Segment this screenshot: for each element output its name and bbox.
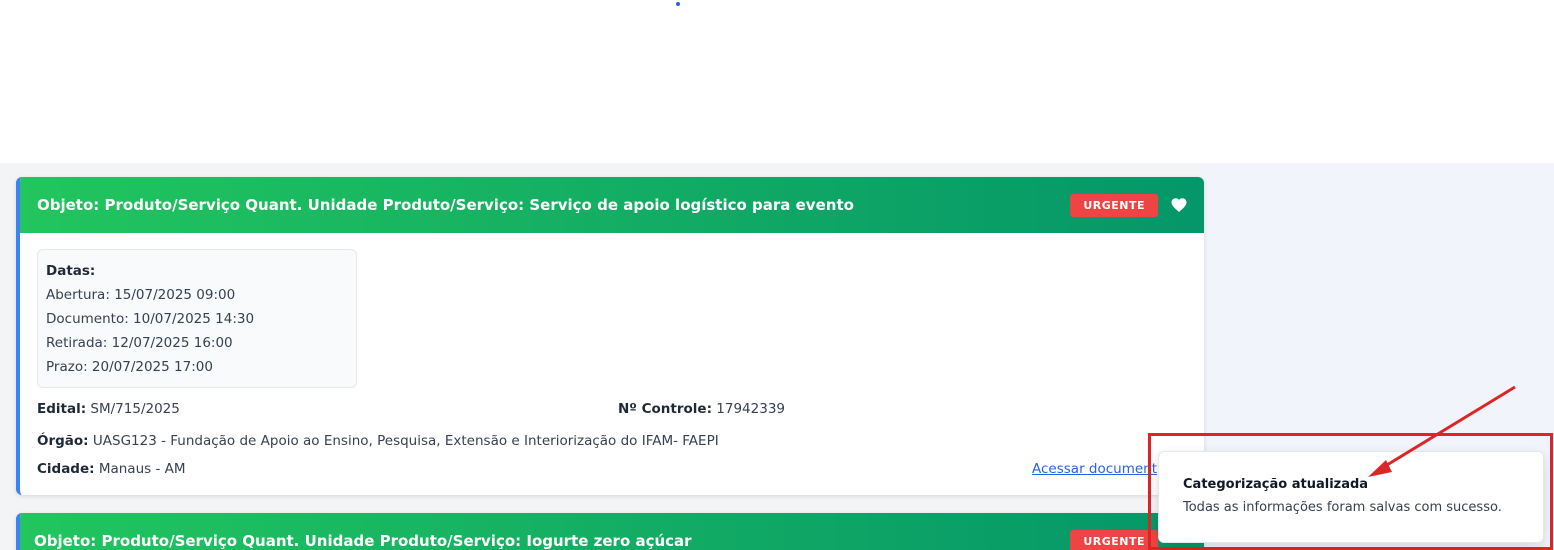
document-link[interactable]: Acessar document xyxy=(1032,461,1157,477)
dates-heading: Datas: xyxy=(46,263,96,279)
toast-message: Todas as informações foram salvas com su… xyxy=(1183,500,1502,515)
date-row: Retirada: 12/07/2025 16:00 xyxy=(46,335,233,351)
date-row: Documento: 10/07/2025 14:30 xyxy=(46,311,255,327)
toast-title: Categorização atualizada xyxy=(1183,477,1369,492)
tender-card: Objeto: Produto/Serviço Quant. Unidade P… xyxy=(16,177,1204,495)
toast-notification: Categorização atualizada Todas as inform… xyxy=(1158,451,1544,543)
card-body: Datas: Abertura: 15/07/2025 09:00 Docume… xyxy=(20,233,1204,477)
tender-card: Objeto: Produto/Serviço Quant. Unidade P… xyxy=(16,513,1204,550)
dates-box: Datas: Abertura: 15/07/2025 09:00 Docume… xyxy=(37,249,357,388)
urgent-badge: URGENTE xyxy=(1070,529,1158,550)
orgao-field: Órgão: UASG123 - Fundação de Apoio ao En… xyxy=(37,433,719,449)
controle-field: Nº Controle: 17942339 xyxy=(618,401,785,417)
loading-indicator xyxy=(676,2,680,6)
card-header: Objeto: Produto/Serviço Quant. Unidade P… xyxy=(20,177,1204,233)
card-title: Objeto: Produto/Serviço Quant. Unidade P… xyxy=(37,196,854,214)
heart-icon[interactable] xyxy=(1170,196,1188,214)
edital-field: Edital: SM/715/2025 xyxy=(37,401,180,417)
card-header: Objeto: Produto/Serviço Quant. Unidade P… xyxy=(20,513,1204,550)
date-row: Prazo: 20/07/2025 17:00 xyxy=(46,359,213,375)
date-row: Abertura: 15/07/2025 09:00 xyxy=(46,287,236,303)
card-title: Objeto: Produto/Serviço Quant. Unidade P… xyxy=(34,532,692,550)
urgent-badge: URGENTE xyxy=(1070,193,1158,217)
cidade-field: Cidade: Manaus - AM xyxy=(37,461,186,477)
